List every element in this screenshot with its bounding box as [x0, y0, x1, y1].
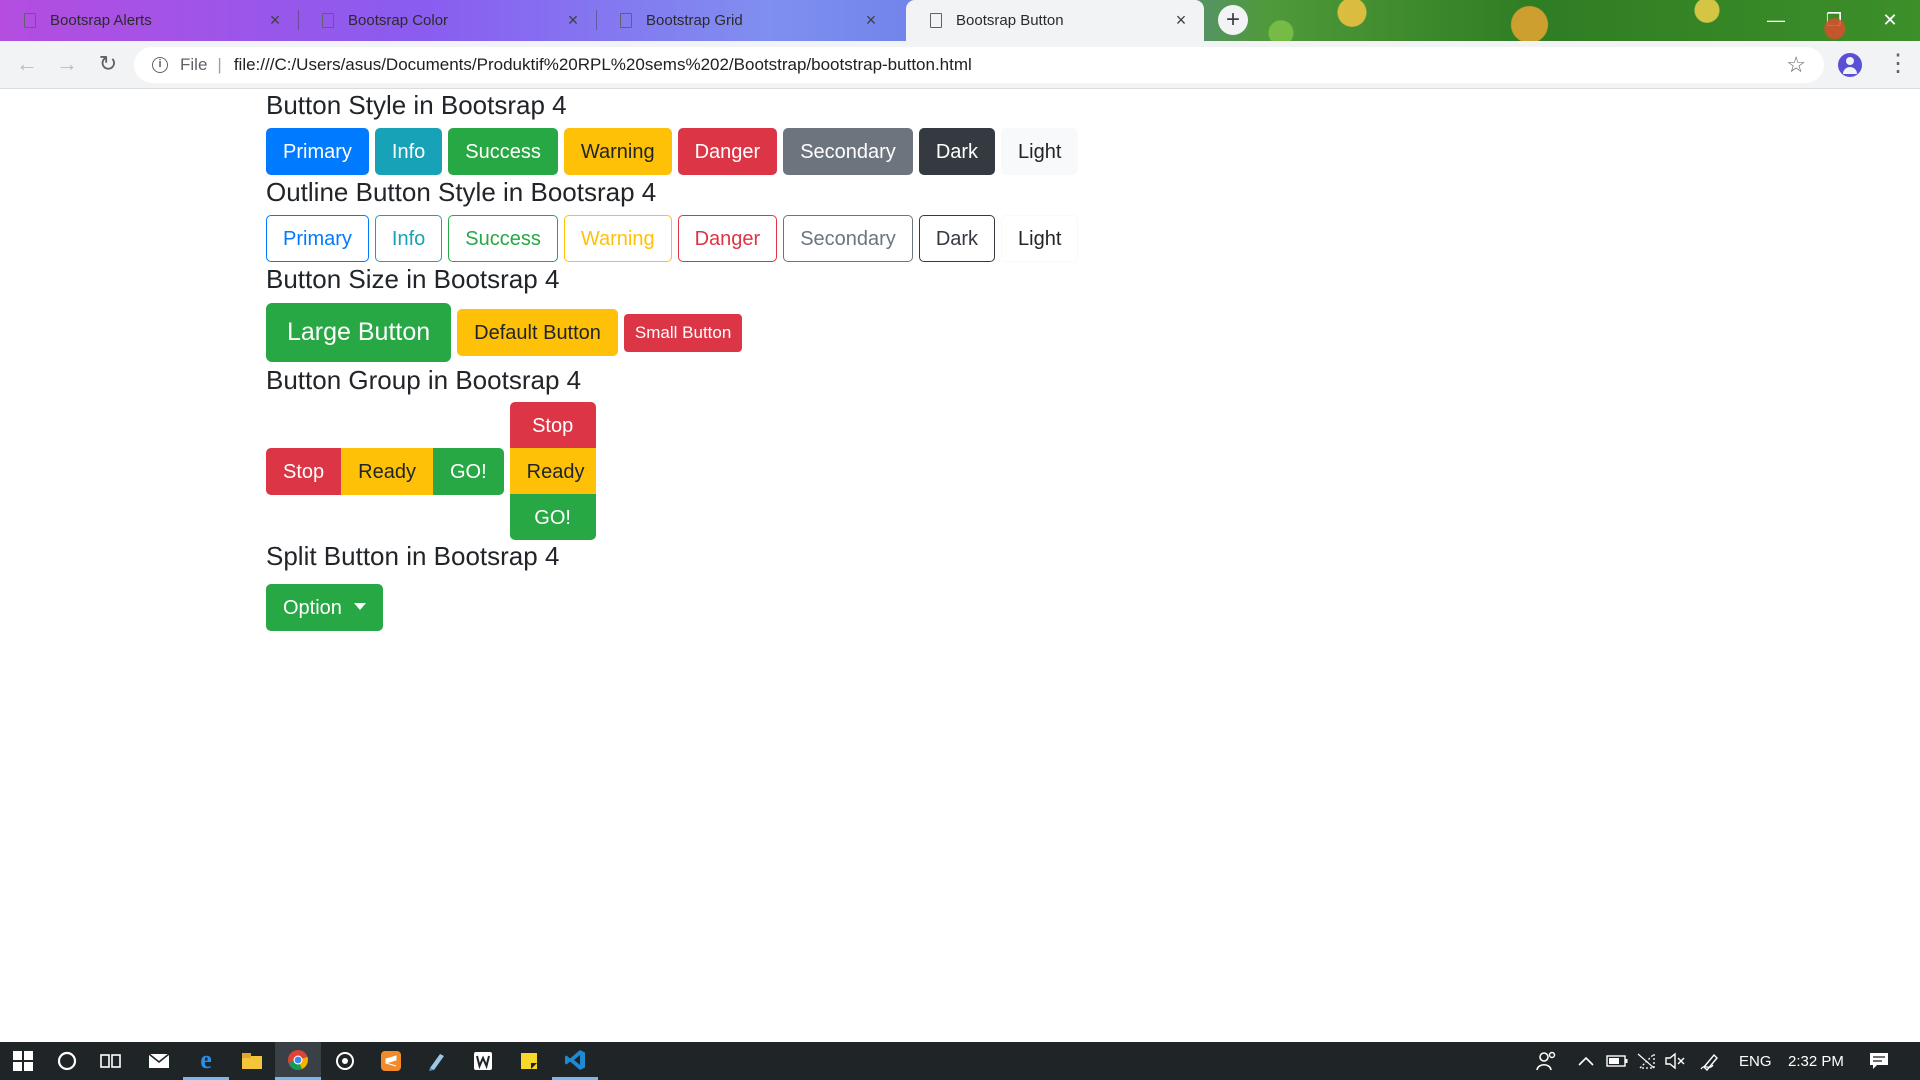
info-button[interactable]: Info: [374, 127, 443, 175]
profile-avatar-icon[interactable]: [1838, 53, 1862, 77]
reload-button[interactable]: ↻: [91, 47, 125, 81]
tab-bootsrap-color[interactable]: Bootsrap Color ×: [298, 0, 596, 41]
cortana-icon[interactable]: [44, 1042, 90, 1080]
go-button[interactable]: GO!: [432, 447, 504, 495]
outline-button-row: Primary Info Success Warning Danger Seco…: [266, 213, 1766, 263]
tab-bootsrap-button[interactable]: Bootsrap Button ×: [906, 0, 1204, 41]
outline-dark-button[interactable]: Dark: [918, 214, 996, 262]
page-icon: [620, 13, 632, 28]
browser-tab-strip: Bootsrap Alerts × Bootsrap Color × Boots…: [0, 0, 1920, 41]
page-content: Button Style in Bootsrap 4 Primary Info …: [266, 89, 1766, 631]
sticky-notes-icon[interactable]: [506, 1042, 552, 1080]
outline-button-heading: Outline Button Style in Bootsrap 4: [266, 177, 657, 207]
button-size-heading: Button Size in Bootsrap 4: [266, 264, 560, 294]
close-tab-icon[interactable]: ×: [1172, 10, 1190, 31]
option-dropdown-button[interactable]: Option: [266, 584, 383, 631]
wifi-icon[interactable]: [1636, 1042, 1656, 1080]
notepad-icon[interactable]: [414, 1042, 460, 1080]
show-hidden-icons-icon[interactable]: [1578, 1042, 1594, 1080]
large-button[interactable]: Large Button: [266, 303, 452, 362]
clock-time[interactable]: 2:32 PM: [1788, 1042, 1844, 1080]
people-icon[interactable]: [1536, 1042, 1558, 1080]
outline-success-button[interactable]: Success: [448, 214, 558, 262]
chrome-icon[interactable]: [275, 1042, 321, 1080]
close-tab-icon[interactable]: ×: [564, 10, 582, 31]
address-separator: |: [217, 55, 222, 74]
tab-title: Bootstrap Grid: [646, 12, 743, 29]
outline-warning-button[interactable]: Warning: [563, 214, 672, 262]
page-icon: [24, 13, 36, 28]
forward-button[interactable]: →: [50, 47, 84, 81]
button-group-heading: Button Group in Bootsrap 4: [266, 365, 582, 395]
small-button[interactable]: Small Button: [623, 313, 743, 352]
volume-muted-icon[interactable]: [1664, 1042, 1686, 1080]
ready-button[interactable]: Ready: [509, 448, 596, 494]
go-button[interactable]: GO!: [509, 494, 596, 540]
stop-button[interactable]: Stop: [266, 447, 342, 495]
start-icon[interactable]: [0, 1042, 46, 1080]
button-style-heading: Button Style in Bootsrap 4: [266, 90, 567, 120]
sublime-icon[interactable]: [368, 1042, 414, 1080]
danger-button[interactable]: Danger: [677, 127, 778, 175]
outline-light-button[interactable]: Light: [1001, 214, 1079, 262]
address-bar[interactable]: i File | file:///C:/Users/asus/Documents…: [134, 47, 1824, 83]
page-icon: [930, 13, 942, 28]
address-url[interactable]: file:///C:/Users/asus/Documents/Produkti…: [234, 55, 1786, 75]
button-group-row: Stop Ready GO! Stop Ready GO!: [266, 402, 1766, 540]
action-center-icon[interactable]: [1869, 1042, 1889, 1080]
tab-title: Bootsrap Button: [956, 12, 1064, 29]
mail-icon[interactable]: [136, 1042, 182, 1080]
minimize-button[interactable]: —: [1748, 4, 1804, 36]
browser-toolbar: ← → ↻ i File | file:///C:/Users/asus/Doc…: [0, 41, 1920, 89]
light-button[interactable]: Light: [1001, 127, 1079, 175]
pen-ink-icon[interactable]: [1700, 1042, 1722, 1080]
page-icon: [322, 13, 334, 28]
close-window-button[interactable]: ✕: [1862, 4, 1918, 36]
stop-button[interactable]: Stop: [509, 402, 596, 448]
input-language[interactable]: ENG: [1739, 1042, 1772, 1080]
button-style-row: Primary Info Success Warning Danger Seco…: [266, 126, 1766, 176]
task-view-icon[interactable]: [88, 1042, 134, 1080]
vertical-button-group: Stop Ready GO!: [509, 402, 596, 540]
close-tab-icon[interactable]: ×: [266, 10, 284, 31]
ready-button[interactable]: Ready: [341, 447, 433, 495]
outline-info-button[interactable]: Info: [374, 214, 443, 262]
dark-button[interactable]: Dark: [918, 127, 996, 175]
tab-title: Bootsrap Color: [348, 12, 449, 29]
default-button[interactable]: Default Button: [457, 309, 618, 356]
site-info-icon[interactable]: i: [152, 57, 168, 73]
address-scheme-label: File: [180, 55, 208, 74]
horizontal-button-group: Stop Ready GO!: [266, 447, 504, 495]
browser-menu-icon[interactable]: ⋮: [1886, 52, 1910, 76]
split-button-heading: Split Button in Bootsrap 4: [266, 541, 560, 571]
vscode-icon[interactable]: [552, 1042, 598, 1080]
primary-button[interactable]: Primary: [266, 127, 369, 175]
split-button-row: Option: [266, 584, 1766, 631]
tab-title: Bootsrap Alerts: [50, 12, 152, 29]
outline-danger-button[interactable]: Danger: [677, 214, 778, 262]
warning-button[interactable]: Warning: [563, 127, 672, 175]
file-explorer-icon[interactable]: [229, 1042, 275, 1080]
button-size-row: Large Button Default Button Small Button: [266, 301, 1766, 364]
option-label: Option: [283, 597, 342, 619]
outline-secondary-button[interactable]: Secondary: [783, 214, 913, 262]
windows-taskbar: e ENG 2:32 PM: [0, 1042, 1920, 1080]
new-tab-button[interactable]: +: [1218, 5, 1248, 35]
battery-icon[interactable]: [1606, 1042, 1628, 1080]
tab-bootstrap-grid[interactable]: Bootstrap Grid ×: [596, 0, 894, 41]
outline-primary-button[interactable]: Primary: [266, 214, 369, 262]
caret-down-icon: [353, 603, 366, 610]
secondary-button[interactable]: Secondary: [783, 127, 913, 175]
edge-icon[interactable]: e: [183, 1042, 229, 1080]
back-button[interactable]: ←: [10, 47, 44, 81]
bookmark-star-icon[interactable]: ☆: [1786, 52, 1806, 78]
tab-bootsrap-alerts[interactable]: Bootsrap Alerts ×: [0, 0, 298, 41]
success-button[interactable]: Success: [448, 127, 558, 175]
maximize-button[interactable]: ❐: [1806, 4, 1862, 36]
media-player-icon[interactable]: [322, 1042, 368, 1080]
word-pad-icon[interactable]: [460, 1042, 506, 1080]
close-tab-icon[interactable]: ×: [862, 10, 880, 31]
